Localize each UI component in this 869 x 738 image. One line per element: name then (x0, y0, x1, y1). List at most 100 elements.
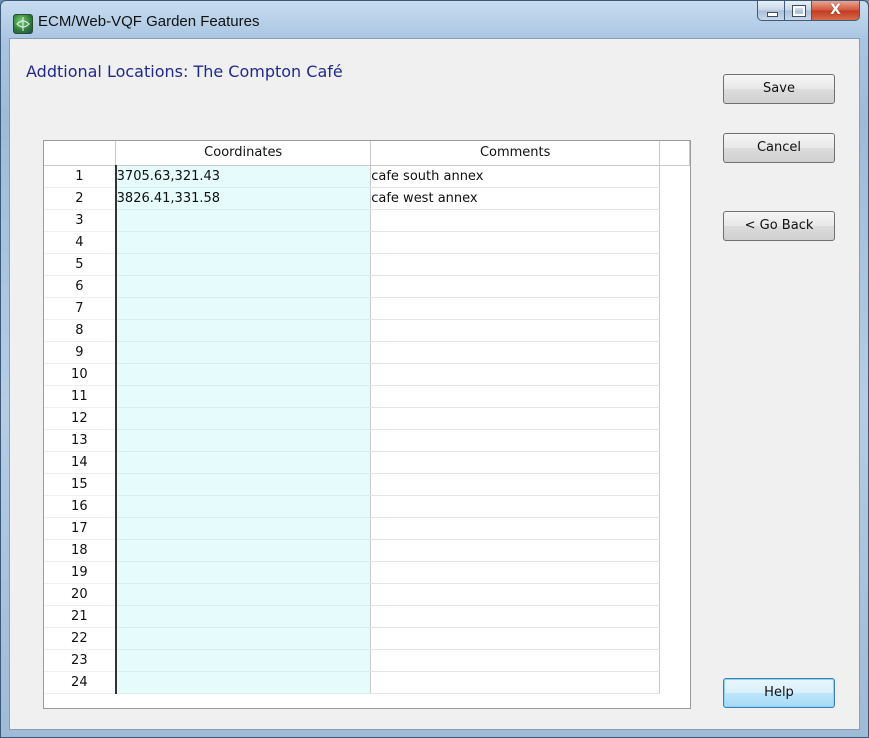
comments-cell[interactable] (370, 495, 661, 518)
comments-cell[interactable]: cafe west annex (370, 187, 661, 210)
row-number[interactable]: 16 (44, 495, 117, 518)
coordinates-cell[interactable] (115, 583, 372, 606)
coordinates-cell[interactable] (115, 495, 372, 518)
table-row[interactable]: 16 (44, 495, 690, 518)
row-number[interactable]: 3 (44, 209, 117, 232)
coordinates-cell[interactable] (115, 319, 372, 342)
column-header-coordinates[interactable]: Coordinates (115, 141, 372, 166)
coordinates-cell[interactable] (115, 627, 372, 650)
row-number[interactable]: 17 (44, 517, 117, 540)
coordinates-cell[interactable] (115, 341, 372, 364)
coordinates-cell[interactable] (115, 473, 372, 496)
table-row[interactable]: 14 (44, 451, 690, 474)
comments-cell[interactable] (370, 275, 661, 298)
table-row[interactable]: 20 (44, 583, 690, 606)
row-number[interactable]: 12 (44, 407, 117, 430)
globe-icon[interactable] (13, 14, 33, 34)
close-button[interactable]: X (812, 1, 860, 21)
table-row[interactable]: 10 (44, 363, 690, 386)
table-row[interactable]: 8 (44, 319, 690, 342)
comments-cell[interactable] (370, 429, 661, 452)
table-row[interactable]: 1 3705.63,321.43 cafe south annex (44, 165, 690, 188)
coordinates-cell[interactable] (115, 407, 372, 430)
table-row[interactable]: 24 (44, 671, 690, 694)
row-number[interactable]: 23 (44, 649, 117, 672)
table-row[interactable]: 3 (44, 209, 690, 232)
comments-cell[interactable] (370, 517, 661, 540)
row-number[interactable]: 5 (44, 253, 117, 276)
table-row[interactable]: 9 (44, 341, 690, 364)
row-number[interactable]: 2 (44, 187, 117, 210)
coordinates-cell[interactable]: 3705.63,321.43 (115, 165, 372, 188)
row-number[interactable]: 7 (44, 297, 117, 320)
coordinates-cell[interactable] (115, 517, 372, 540)
comments-cell[interactable] (370, 253, 661, 276)
comments-cell[interactable] (370, 583, 661, 606)
coordinates-cell[interactable] (115, 363, 372, 386)
comments-cell[interactable] (370, 561, 661, 584)
maximize-button[interactable] (785, 1, 812, 21)
table-row[interactable]: 11 (44, 385, 690, 408)
row-number[interactable]: 24 (44, 671, 117, 694)
table-row[interactable]: 5 (44, 253, 690, 276)
table-row[interactable]: 6 (44, 275, 690, 298)
coordinates-cell[interactable] (115, 429, 372, 452)
go-back-button[interactable]: < Go Back (723, 211, 835, 241)
row-number[interactable]: 8 (44, 319, 117, 342)
comments-cell[interactable] (370, 649, 661, 672)
coordinates-cell[interactable] (115, 451, 372, 474)
save-button[interactable]: Save (723, 74, 835, 104)
table-row[interactable]: 7 (44, 297, 690, 320)
cancel-button[interactable]: Cancel (723, 133, 835, 163)
table-row[interactable]: 23 (44, 649, 690, 672)
row-number[interactable]: 14 (44, 451, 117, 474)
table-row[interactable]: 21 (44, 605, 690, 628)
comments-cell[interactable] (370, 473, 661, 496)
comments-cell[interactable] (370, 319, 661, 342)
row-number[interactable]: 6 (44, 275, 117, 298)
locations-grid[interactable]: Coordinates Comments 1 3705.63,321.43 cafe… (43, 140, 691, 709)
table-row[interactable]: 12 (44, 407, 690, 430)
comments-cell[interactable]: cafe south annex (370, 165, 661, 188)
table-row[interactable]: 13 (44, 429, 690, 452)
coordinates-cell[interactable] (115, 539, 372, 562)
table-row[interactable]: 15 (44, 473, 690, 496)
coordinates-cell[interactable] (115, 671, 372, 694)
coordinates-cell[interactable] (115, 649, 372, 672)
coordinates-cell[interactable] (115, 253, 372, 276)
comments-cell[interactable] (370, 407, 661, 430)
comments-cell[interactable] (370, 341, 661, 364)
row-number[interactable]: 9 (44, 341, 117, 364)
coordinates-cell[interactable] (115, 385, 372, 408)
table-row[interactable]: 2 3826.41,331.58 cafe west annex (44, 187, 690, 210)
minimize-button[interactable] (757, 1, 785, 21)
comments-cell[interactable] (370, 451, 661, 474)
comments-cell[interactable] (370, 297, 661, 320)
row-number[interactable]: 1 (44, 165, 117, 188)
help-button[interactable]: Help (723, 678, 835, 708)
table-row[interactable]: 17 (44, 517, 690, 540)
row-number[interactable]: 10 (44, 363, 117, 386)
coordinates-cell[interactable] (115, 297, 372, 320)
coordinates-cell[interactable] (115, 209, 372, 232)
comments-cell[interactable] (370, 231, 661, 254)
comments-cell[interactable] (370, 671, 661, 694)
coordinates-cell[interactable] (115, 231, 372, 254)
table-row[interactable]: 18 (44, 539, 690, 562)
coordinates-cell[interactable]: 3826.41,331.58 (115, 187, 372, 210)
comments-cell[interactable] (370, 605, 661, 628)
table-row[interactable]: 22 (44, 627, 690, 650)
comments-cell[interactable] (370, 539, 661, 562)
row-number[interactable]: 22 (44, 627, 117, 650)
table-row[interactable]: 19 (44, 561, 690, 584)
row-number[interactable]: 19 (44, 561, 117, 584)
coordinates-cell[interactable] (115, 605, 372, 628)
row-number[interactable]: 18 (44, 539, 117, 562)
row-number[interactable]: 4 (44, 231, 117, 254)
table-row[interactable]: 4 (44, 231, 690, 254)
row-number[interactable]: 20 (44, 583, 117, 606)
coordinates-cell[interactable] (115, 561, 372, 584)
comments-cell[interactable] (370, 385, 661, 408)
row-number[interactable]: 11 (44, 385, 117, 408)
column-header-comments[interactable]: Comments (370, 141, 661, 166)
